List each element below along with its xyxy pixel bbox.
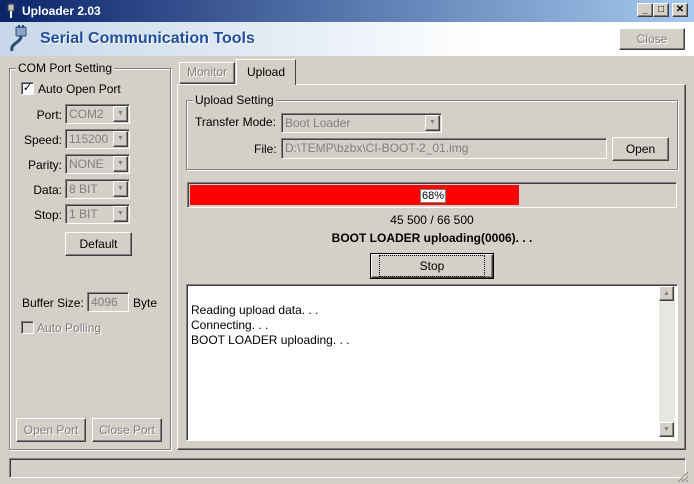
open-file-button[interactable]: Open [612,137,669,161]
transfer-mode-value: Boot Loader [285,116,351,130]
log-scrollbar[interactable]: ▲ ▼ [659,286,675,437]
window-close-button[interactable]: ✕ [672,3,688,17]
stop-button[interactable]: Stop [370,253,494,279]
log-line: Connecting. . . [191,318,269,332]
app-plug-icon [7,3,15,18]
scroll-up-icon: ▲ [663,290,670,297]
transfer-mode-label: Transfer Mode: [195,115,276,129]
close-button[interactable]: Close [619,28,685,50]
log-output[interactable]: Reading upload data. . . Connecting. . .… [186,284,678,441]
minimize-button[interactable]: _ [637,3,653,17]
progress-percent: 68% [420,189,446,203]
file-label: File: [254,142,277,156]
speed-label: Speed: [23,133,62,147]
auto-polling-label: Auto Polling [37,321,102,335]
scroll-down-icon: ▼ [663,426,670,433]
checkmark-icon: ✓ [22,82,33,94]
progress-bar: 68% [187,182,677,208]
stop-bits-label: Stop: [33,208,62,222]
buffer-size-label: Buffer Size: [22,296,84,310]
transfer-mode-select[interactable]: Boot Loader ▼ [281,113,442,133]
buffer-unit-label: Byte [133,296,158,310]
data-bits-select[interactable]: 8 BIT ▼ [65,179,130,199]
dropdown-arrow-icon: ▼ [113,131,128,147]
maximize-icon: □ [657,4,665,15]
scroll-up-button[interactable]: ▲ [659,286,674,301]
log-line: Reading upload data. . . [191,303,319,317]
dropdown-arrow-icon: ▼ [425,115,440,131]
auto-open-label: Auto Open Port [38,82,121,96]
data-bits-label: Data: [33,183,62,197]
bytes-counter: 45 500 / 66 500 [390,213,474,227]
parity-select[interactable]: NONE ▼ [65,154,130,174]
title-bar: Uploader 2.03 _ □ ✕ [0,0,694,22]
minimize-icon: _ [642,4,648,15]
file-path-input[interactable]: D:\TEMP\bzbx\CI-BOOT-2_01.img [281,138,607,159]
com-port-group-label: COM Port Setting [16,61,115,75]
resize-grip-icon[interactable] [676,470,690,482]
stop-button-label: Stop [378,255,486,277]
tab-upload[interactable]: Upload [236,59,296,85]
status-bar [9,458,686,478]
upload-setting-group-label: Upload Setting [193,93,276,107]
speed-value: 115200 [69,132,109,146]
open-port-button[interactable]: Open Port [16,418,86,442]
banner-title: Serial Communication Tools [40,30,255,47]
parity-value: NONE [69,157,104,171]
scroll-down-button[interactable]: ▼ [659,422,674,437]
dropdown-arrow-icon: ▼ [113,156,128,172]
port-label: Port: [36,108,62,122]
stop-bits-value: 1 BIT [69,207,98,221]
buffer-size-input[interactable]: 4096 [87,292,129,312]
data-bits-value: 8 BIT [69,182,98,196]
serial-cable-icon [10,25,27,52]
tab-monitor[interactable]: Monitor [179,62,235,84]
parity-label: Parity: [27,158,62,172]
log-line: BOOT LOADER uploading. . . [191,333,350,347]
upload-setting-group [186,100,678,170]
stop-bits-select[interactable]: 1 BIT ▼ [65,204,130,224]
upload-status: BOOT LOADER uploading(0006). . . [331,231,533,245]
window-title: Uploader 2.03 [22,4,101,18]
auto-polling-checkbox[interactable] [21,321,34,334]
progress-fill [190,185,519,205]
auto-open-checkbox[interactable]: ✓ [21,82,34,95]
port-select[interactable]: COM2 ▼ [65,104,130,124]
dropdown-arrow-icon: ▼ [113,181,128,197]
maximize-button[interactable]: □ [653,3,669,17]
speed-select[interactable]: 115200 ▼ [65,129,130,149]
default-button[interactable]: Default [65,232,132,256]
port-value: COM2 [69,107,104,121]
dropdown-arrow-icon: ▼ [113,106,128,122]
banner: Serial Communication Tools [0,22,694,56]
dropdown-arrow-icon: ▼ [113,206,128,222]
com-port-group [9,68,171,450]
close-icon: ✕ [675,4,685,15]
close-port-button[interactable]: Close Port [92,418,162,442]
